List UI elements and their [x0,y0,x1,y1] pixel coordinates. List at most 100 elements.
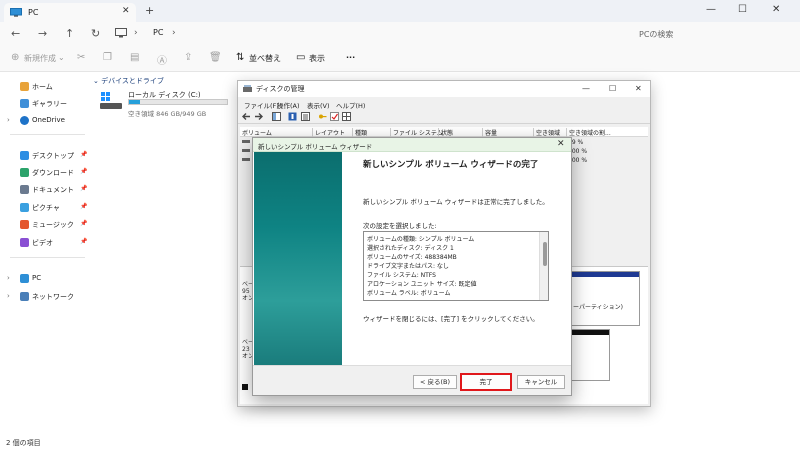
sidebar-item-home[interactable]: ホーム [0,81,90,95]
paste-icon[interactable]: ▤ [130,52,139,63]
share-icon[interactable]: ⇪ [184,52,192,63]
column-layout[interactable]: レイアウト [312,128,345,137]
wizard-side-banner [254,152,342,365]
sidebar-item-videos[interactable]: ビデオ 📌 [0,237,90,251]
maximize-icon[interactable]: ☐ [738,4,747,15]
minimize-icon[interactable]: — [706,4,716,15]
volume-row-icon [242,140,250,143]
back-button[interactable]: < 戻る(B) [413,375,457,389]
list-view-icon[interactable] [301,112,310,121]
partition-block[interactable]: ーパーティション) [568,271,640,326]
sidebar-item-desktop[interactable]: デスクトップ 📌 [0,150,90,164]
new-chevron-icon[interactable]: ⌄ [58,53,65,62]
copy-icon[interactable]: ❐ [103,52,112,63]
breadcrumb-pc[interactable]: PC [153,28,163,37]
sort-button[interactable]: 並べ替え [249,53,281,64]
pin-icon[interactable]: 📌 [80,185,87,192]
sidebar-item-gallery[interactable]: ギャラリー [0,98,90,112]
breadcrumb-chevron-icon[interactable]: › [134,28,138,38]
pin-icon[interactable]: 📌 [80,238,87,245]
group-header-label: デバイスとドライブ [101,77,164,85]
sidebar-item-downloads[interactable]: ダウンロード 📌 [0,167,90,181]
navigation-bar: ← → ↑ ↻ › PC › PCの検索 [0,22,800,46]
sidebar-item-documents[interactable]: ドキュメント 📌 [0,184,90,198]
console-tree-icon[interactable] [272,112,281,121]
close-icon[interactable]: ✕ [772,4,780,15]
column-file-system[interactable]: ファイル システム [390,128,443,137]
search-placeholder: PCの検索 [639,30,674,39]
group-header-devices[interactable]: ⌄ デバイスとドライブ [93,76,164,86]
menu-file[interactable]: ファイル(F) [244,100,279,110]
partition-label: ーパーティション) [573,304,623,311]
scrollbar-thumb[interactable] [543,242,547,266]
rename-icon[interactable]: Ⓐ [157,52,167,67]
maximize-icon[interactable]: ☐ [609,84,616,93]
checkmark-icon[interactable] [330,112,339,121]
up-arrow-icon[interactable]: ↑ [65,27,74,40]
sidebar-item-pictures[interactable]: ピクチャ 📌 [0,202,90,216]
back-icon[interactable] [242,112,251,121]
menu-action[interactable]: 操作(A) [277,100,300,110]
minimize-icon[interactable]: — [582,84,590,93]
column-free-space[interactable]: 空き領域 [533,128,560,137]
more-options-icon[interactable]: ··· [346,53,355,62]
pin-icon[interactable]: 📌 [80,203,87,210]
download-icon [20,168,29,177]
home-icon [20,82,29,91]
sidebar-item-network[interactable]: › ネットワーク [0,291,90,305]
desktop-icon [20,151,29,160]
menu-view[interactable]: 表示(V) [307,100,330,110]
navigation-pane: ホーム ギャラリー › OneDrive デスクトップ 📌 ダウンロード 📌 ド… [0,72,90,437]
title-bar: PC ✕ + — ☐ ✕ [0,0,800,22]
chevron-right-icon[interactable]: › [7,116,10,124]
sidebar-item-music[interactable]: ミュージック 📌 [0,219,90,233]
close-icon[interactable]: ✕ [557,139,565,149]
wizard-settings-list[interactable]: ボリュームの種類: シンプル ボリューム 選択されたディスク: ディスク 1 ボ… [363,231,549,301]
video-icon [20,238,29,247]
cancel-button[interactable]: キャンセル [517,375,565,389]
grid-view-icon[interactable] [342,112,351,121]
column-capacity[interactable]: 容量 [482,128,497,137]
tab-pc[interactable]: PC ✕ [4,3,136,22]
new-button[interactable]: 新規作成 [24,53,56,64]
refresh-icon[interactable]: ↻ [91,27,100,40]
disk0-size: 95 [242,288,250,295]
chevron-right-icon[interactable]: › [7,292,10,300]
properties-icon[interactable] [288,112,297,121]
hard-drive-icon [100,92,122,109]
forward-icon[interactable] [254,112,263,121]
column-status[interactable]: 状態 [438,128,453,137]
finish-button[interactable]: 完了 [460,373,512,391]
column-type[interactable]: 種類 [352,128,367,137]
new-tab-button[interactable]: + [145,4,154,17]
legend-swatch [242,384,248,390]
cut-icon[interactable]: ✂ [77,52,85,63]
sidebar-item-label: ドキュメント [32,186,74,194]
close-tab-icon[interactable]: ✕ [122,6,130,16]
computer-icon [20,274,29,283]
cloud-icon [20,116,29,125]
view-button[interactable]: 表示 [309,53,325,64]
partition-bar [569,272,639,277]
pin-icon[interactable]: 📌 [80,151,87,158]
menu-help[interactable]: ヘルプ(H) [336,100,365,110]
list-item: ボリューム ラベル: ボリューム [367,290,451,297]
scrollbar[interactable] [539,232,548,300]
column-volume[interactable]: ボリューム [240,128,272,137]
sidebar-item-pc[interactable]: › PC [0,273,90,287]
breadcrumb-chevron-icon[interactable]: › [172,28,176,38]
key-icon[interactable] [318,112,327,121]
pin-icon[interactable]: 📌 [80,220,87,227]
forward-arrow-icon[interactable]: → [38,27,47,40]
chevron-right-icon[interactable]: › [7,274,10,282]
unallocated-block[interactable] [568,329,610,381]
delete-icon[interactable]: 🗑 [209,52,222,63]
disk-management-title: ディスクの管理 [256,85,305,93]
column-free-percent[interactable]: 空き領域の割... [566,128,611,137]
sidebar-item-onedrive[interactable]: › OneDrive [0,115,90,129]
close-icon[interactable]: ✕ [635,84,642,93]
sidebar-item-label: OneDrive [32,116,65,124]
search-input[interactable]: PCの検索 [625,25,793,43]
pin-icon[interactable]: 📌 [80,168,87,175]
back-arrow-icon[interactable]: ← [11,27,20,40]
